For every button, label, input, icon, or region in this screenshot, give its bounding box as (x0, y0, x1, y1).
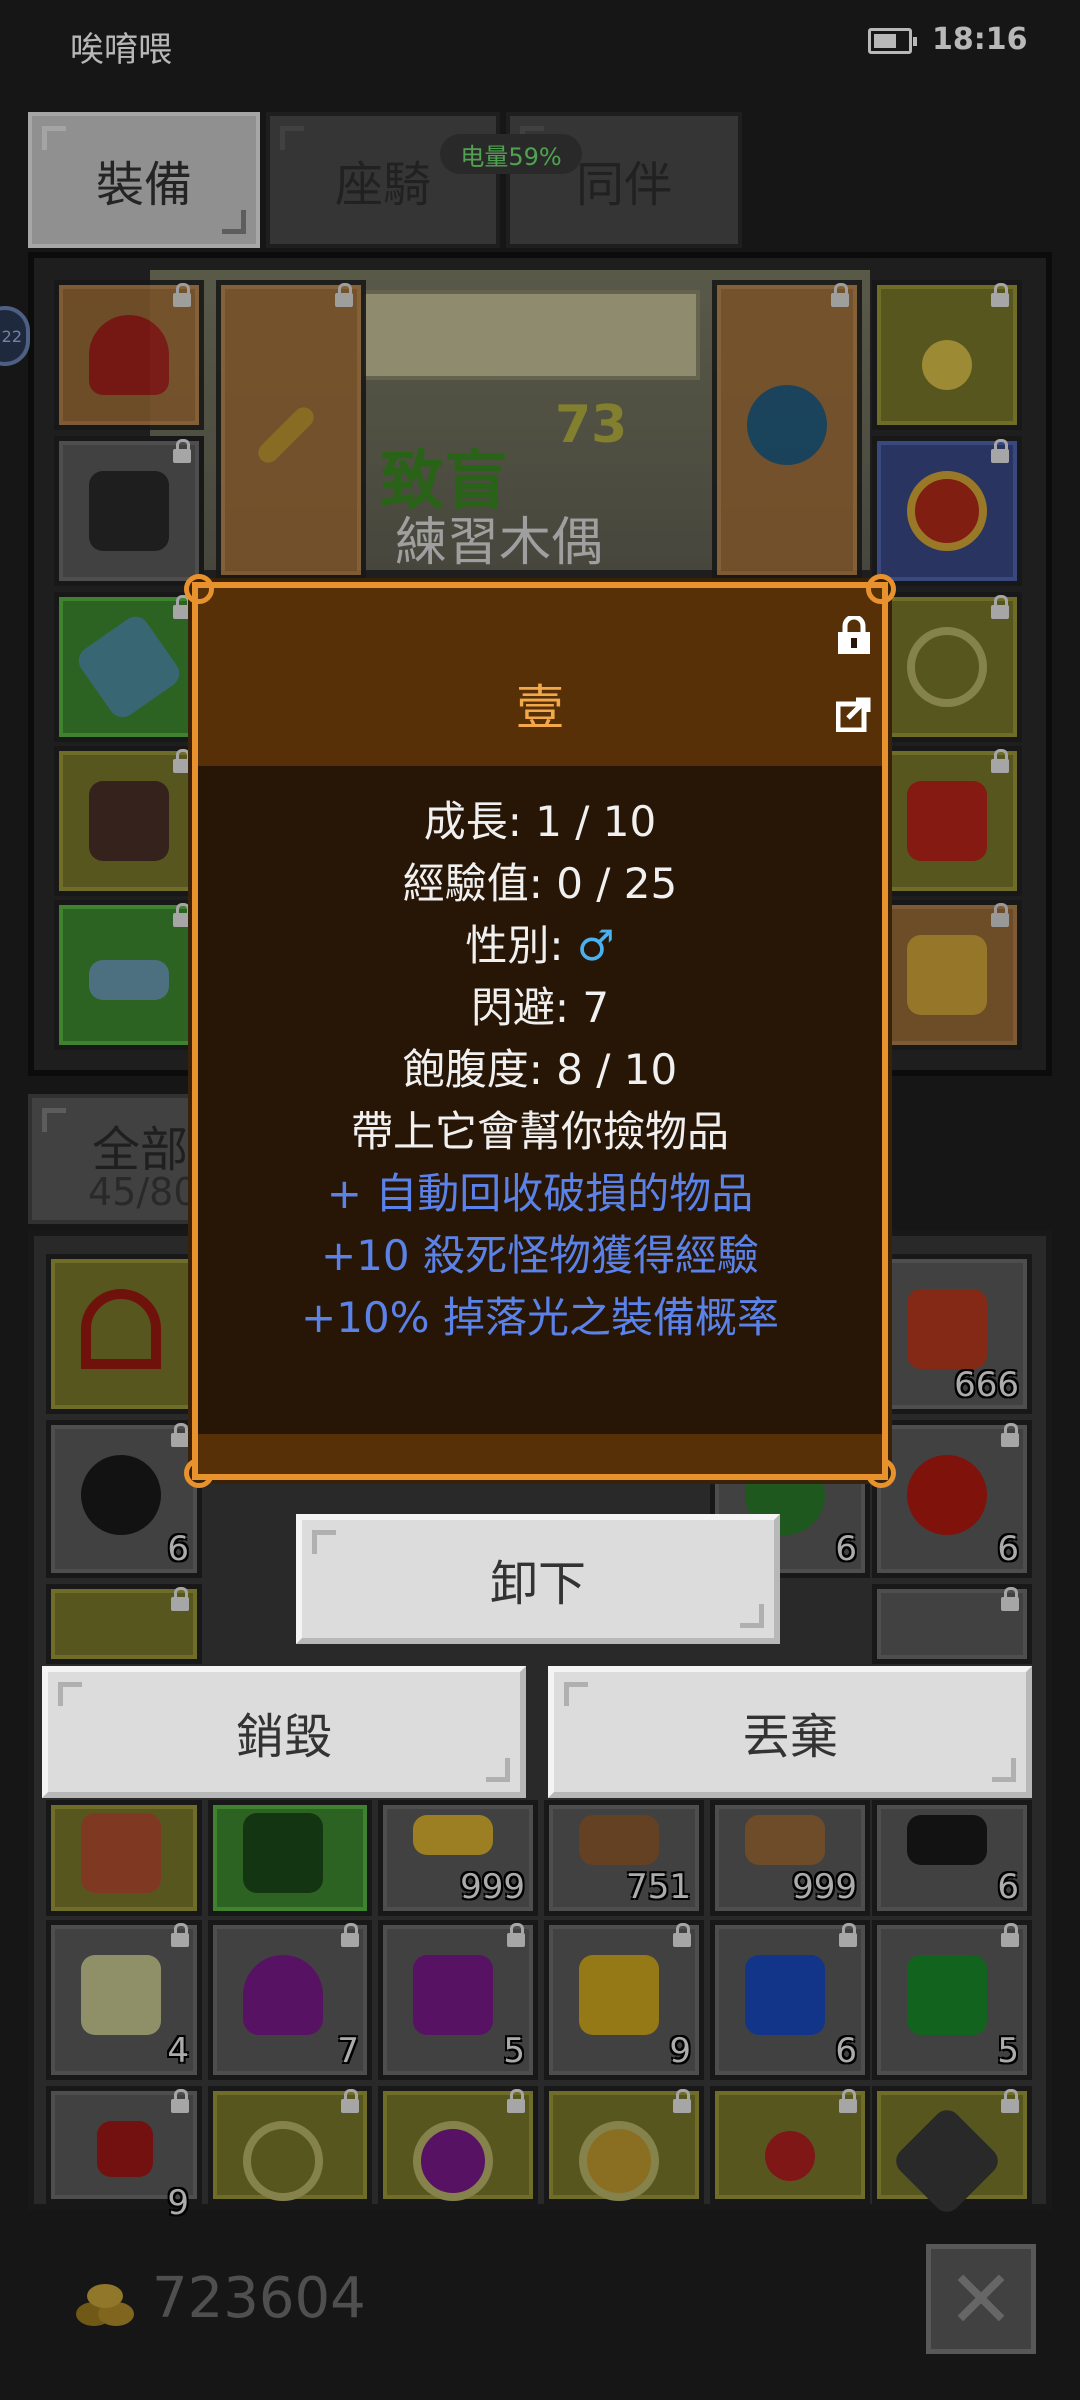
corner-ornament (184, 574, 214, 604)
pet-name: 壹 (515, 680, 564, 736)
pet-description: 帶上它會幫你撿物品 (350, 1107, 729, 1156)
gender-label: 性別: (465, 921, 564, 970)
bonus-line: +10 殺死怪物獲得經驗 (321, 1231, 759, 1280)
unequip-button[interactable]: 卸下 (296, 1514, 780, 1644)
experience-stat: 經驗值: 0 / 25 (402, 859, 678, 908)
item-detail-dialog: 壹 成長: 1 / 10 經驗值: 0 / 25 性別: ♂ 閃避: 7 飽腹度… (184, 574, 896, 1488)
unequip-label: 卸下 (489, 1556, 586, 1612)
corner-ornament (866, 574, 896, 604)
satiety-stat: 飽腹度: 8 / 10 (402, 1045, 678, 1094)
growth-stat: 成長: 1 / 10 (423, 797, 657, 846)
destroy-button[interactable]: 銷毀 (42, 1666, 526, 1798)
dialog-footer (198, 1434, 882, 1474)
discard-button[interactable]: 丟棄 (548, 1666, 1032, 1798)
bonus-line: +10% 掉落光之裝備概率 (301, 1293, 779, 1342)
bonus-line: + 自動回收破損的物品 (326, 1169, 754, 1218)
lock-icon[interactable] (836, 616, 872, 656)
gender-stat: 性別: ♂ (198, 912, 882, 973)
destroy-label: 銷毀 (235, 1709, 332, 1765)
discard-label: 丟棄 (741, 1709, 838, 1765)
dodge-stat: 閃避: 7 (470, 983, 610, 1032)
male-icon: ♂ (576, 921, 615, 970)
